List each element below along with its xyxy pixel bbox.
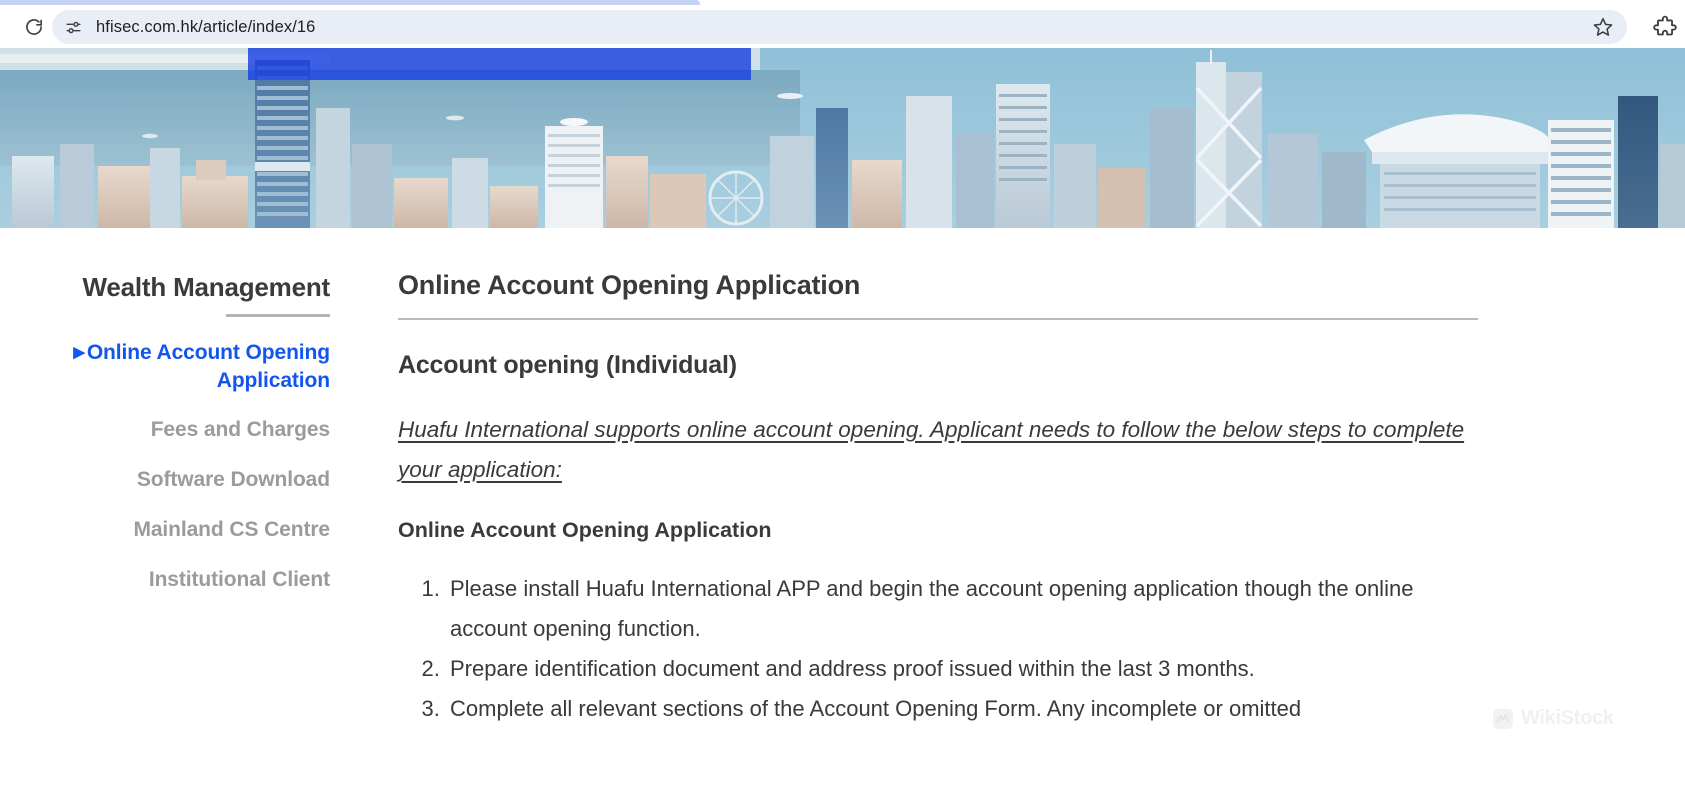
title-divider <box>398 318 1478 320</box>
list-item: Complete all relevant sections of the Ac… <box>446 689 1478 729</box>
hero-banner <box>0 48 1685 228</box>
url-text: hfisec.com.hk/article/index/16 <box>96 17 316 36</box>
sidebar-item-institutional-client[interactable]: Institutional Client <box>60 566 330 594</box>
extensions-button[interactable] <box>1652 14 1680 42</box>
address-bar[interactable]: hfisec.com.hk/article/index/16 <box>52 10 1627 44</box>
sidebar-divider <box>226 313 330 317</box>
site-info-button[interactable] <box>60 14 86 40</box>
sidebar-item-label: Institutional Client <box>148 568 330 592</box>
watermark-logo-icon <box>1492 708 1514 729</box>
sidebar-item-software-download[interactable]: Software Download <box>60 466 330 494</box>
reload-button[interactable] <box>20 13 48 41</box>
sidebar-item-online-account-opening-application[interactable]: ▶Online Account Opening Application <box>60 339 330 395</box>
article-steps-list: Please install Huafu International APP a… <box>398 569 1478 729</box>
star-outline-icon <box>1593 17 1613 36</box>
sidebar-navigation: Wealth Management ▶Online Account Openin… <box>60 270 330 594</box>
site-info-icon <box>65 21 81 33</box>
sidebar-item-fees-and-charges[interactable]: Fees and Charges <box>60 416 330 444</box>
bookmark-button[interactable] <box>1589 13 1617 41</box>
reload-icon <box>26 18 43 35</box>
article-section-heading: Online Account Opening Application <box>398 518 772 543</box>
puzzle-piece-icon <box>1653 15 1677 36</box>
article-content: Online Account Opening Application Accou… <box>398 270 1478 729</box>
page-title: Online Account Opening Application <box>398 270 861 300</box>
sidebar-item-label: Mainland CS Centre <box>133 518 330 542</box>
sidebar-item-label: Fees and Charges <box>150 418 330 442</box>
sidebar-item-mainland-cs-centre[interactable]: Mainland CS Centre <box>60 516 330 544</box>
list-item: Please install Huafu International APP a… <box>446 569 1478 649</box>
text-selection-highlight <box>248 48 751 80</box>
browser-toolbar: hfisec.com.hk/article/index/16 <box>0 5 1685 48</box>
article-intro-text: Huafu International supports online acco… <box>398 417 1465 483</box>
sidebar-title: Wealth Management <box>82 272 331 302</box>
browser-chrome: hfisec.com.hk/article/index/16 <box>0 0 1685 48</box>
watermark: WikiStock <box>1492 707 1614 730</box>
sidebar-item-label: Online Account Opening Application <box>86 340 330 392</box>
page-content: Wealth Management ▶Online Account Openin… <box>0 228 1685 807</box>
article-subtitle: Account opening (Individual) <box>398 351 737 379</box>
watermark-text: WikiStock <box>1521 707 1614 729</box>
active-item-arrow-icon: ▶ <box>73 343 85 361</box>
sidebar-item-label: Software Download <box>136 468 330 492</box>
list-item: Prepare identification document and addr… <box>446 649 1478 689</box>
